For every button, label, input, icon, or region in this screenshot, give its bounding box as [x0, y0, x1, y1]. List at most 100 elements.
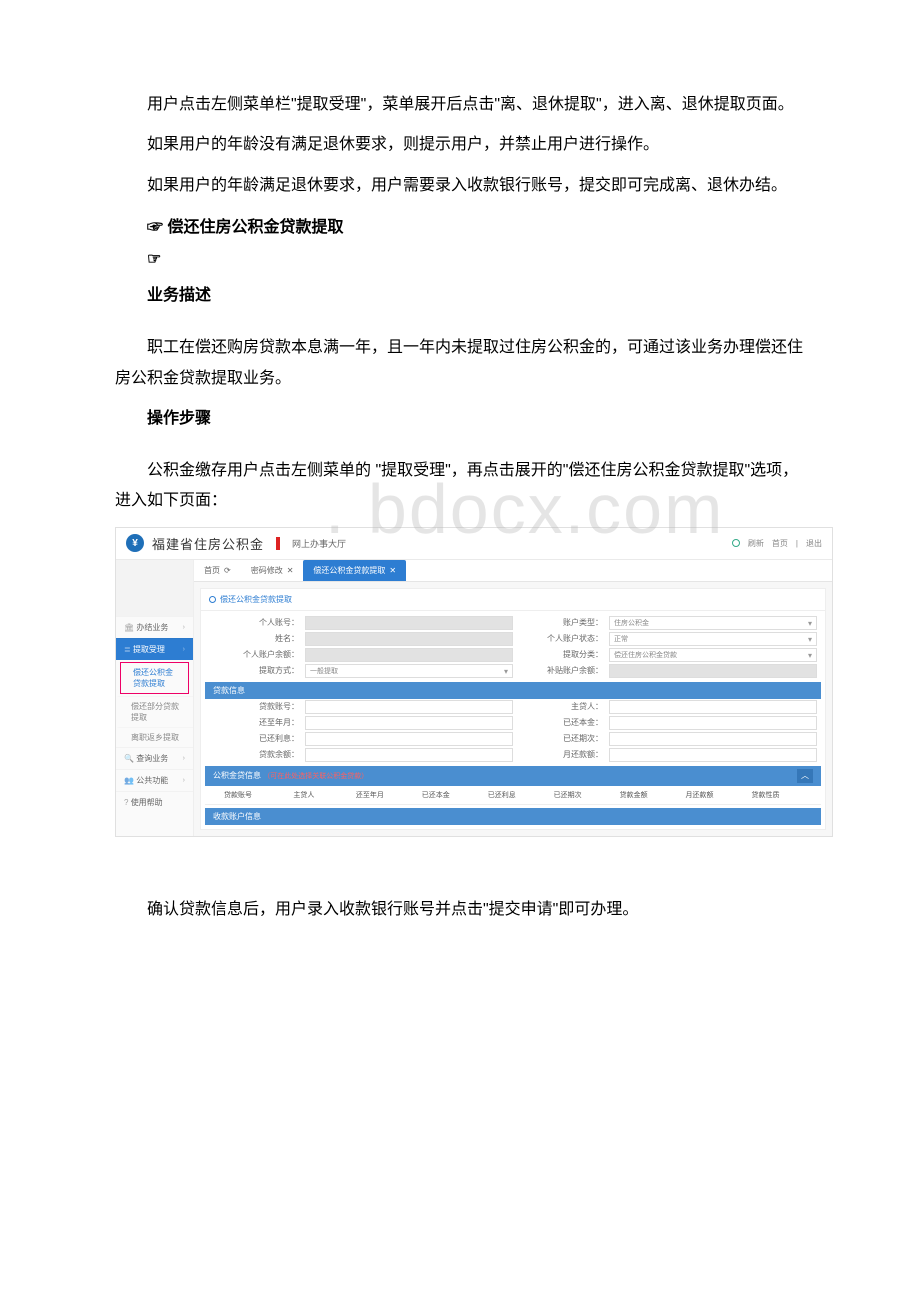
- label: 个人账户余额：: [209, 649, 305, 660]
- sidebar-sub-loan-withdraw[interactable]: 偿还公积金贷款提取: [120, 662, 189, 694]
- principal-paid-input[interactable]: [609, 716, 817, 730]
- label: 贷款余额：: [209, 749, 305, 760]
- app-window: ¥ 福建省住房公积金 网上办事大厅 刷新 首页 | 退出 🏛: [115, 527, 833, 837]
- label: 已还利息：: [209, 733, 305, 744]
- user-icon: [732, 539, 740, 547]
- label: 已还本金：: [513, 717, 609, 728]
- label: 还至年月：: [209, 717, 305, 728]
- embedded-screenshot: . bdocx.com ¥ 福建省住房公积金 网上办事大厅 刷新 首页 | 退出: [115, 527, 805, 837]
- loan-table-head: 贷款账号 主贷人 还至年月 已还本金 已还利息 已还期次 贷款金额 月还款额 贷…: [205, 786, 821, 805]
- label: 姓名：: [209, 633, 305, 644]
- label: 个人账户状态：: [513, 633, 609, 644]
- avatar-slot: [116, 560, 193, 616]
- subsection-heading: 业务描述: [115, 281, 805, 305]
- loan-info-header: 贷款信息: [205, 682, 821, 699]
- label: 账户类型：: [513, 617, 609, 628]
- chevron-right-icon: ›: [183, 777, 185, 784]
- form-card: 偿还公积金贷款提取 个人账号： 账户类型： 住房公积金: [200, 588, 826, 830]
- th: 已还利息: [469, 786, 535, 805]
- label: 主贷人：: [513, 701, 609, 712]
- chevron-right-icon: ›: [183, 755, 185, 762]
- section-bullet: ☞: [115, 249, 805, 269]
- account-number-field: [305, 616, 513, 630]
- borrower-input[interactable]: [609, 700, 817, 714]
- section-heading: ☞ 偿还住房公积金贷款提取: [115, 213, 805, 237]
- tab-home[interactable]: 首页⟳: [194, 560, 241, 581]
- loan-table-header: 公积金贷信息 （可在此处选择关联公积金贷款） ︿: [205, 766, 821, 786]
- chevron-right-icon: ›: [183, 646, 185, 653]
- th: 贷款金额: [601, 786, 667, 805]
- th: 已还期次: [535, 786, 601, 805]
- logout-link[interactable]: 退出: [806, 538, 822, 549]
- sidebar-sub-partial-loan[interactable]: 偿还部分贷款提取: [116, 696, 193, 727]
- search-icon: 🔍: [124, 754, 134, 763]
- periods-paid-input[interactable]: [609, 732, 817, 746]
- logo-icon: ¥: [126, 534, 144, 552]
- close-icon[interactable]: ✕: [389, 566, 396, 575]
- sidebar-item-biz[interactable]: 🏛 办结业务 ›: [116, 616, 193, 638]
- chevron-right-icon: ›: [183, 624, 185, 631]
- label: 月还款额：: [513, 749, 609, 760]
- list-icon: ≣: [124, 645, 131, 654]
- interest-paid-input[interactable]: [305, 732, 513, 746]
- reload-icon[interactable]: ⟳: [224, 566, 231, 575]
- th: 已还本金: [403, 786, 469, 805]
- loan-balance-input[interactable]: [305, 748, 513, 762]
- close-icon[interactable]: ✕: [287, 566, 294, 575]
- refresh-link[interactable]: 刷新: [748, 538, 764, 549]
- bullet-icon: [209, 596, 216, 603]
- users-icon: 👥: [124, 776, 134, 785]
- label: 补贴账户余额：: [513, 665, 609, 676]
- collapse-button[interactable]: ︿: [797, 769, 813, 783]
- th: 贷款账号: [205, 786, 271, 805]
- label: 个人账号：: [209, 617, 305, 628]
- app-subtitle: 网上办事大厅: [292, 537, 346, 550]
- help-icon: ?: [124, 798, 128, 807]
- divider: [276, 537, 280, 550]
- th: 还至年月: [337, 786, 403, 805]
- tab-loan-withdraw[interactable]: 偿还公积金贷款提取✕: [303, 560, 406, 581]
- label: 已还期次：: [513, 733, 609, 744]
- tab-password[interactable]: 密码修改✕: [241, 560, 304, 581]
- home-link[interactable]: 首页: [772, 538, 788, 549]
- label: 提取方式：: [209, 665, 305, 676]
- sidebar-item-public[interactable]: 👥 公共功能 ›: [116, 769, 193, 791]
- card-header: 偿还公积金贷款提取: [201, 589, 825, 611]
- withdraw-category-select[interactable]: 偿还住房公积金贷款: [609, 648, 817, 662]
- monthly-payment-input[interactable]: [609, 748, 817, 762]
- repay-until-input[interactable]: [305, 716, 513, 730]
- th: 主贷人: [271, 786, 337, 805]
- label: 贷款账号：: [209, 701, 305, 712]
- subsidy-balance-field: [609, 664, 817, 678]
- document-page: 用户点击左侧菜单栏"提取受理"，菜单展开后点击"离、退休提取"，进入离、退休提取…: [0, 0, 920, 1025]
- app-header: ¥ 福建省住房公积金 网上办事大厅 刷新 首页 | 退出: [116, 528, 832, 560]
- building-icon: 🏛: [124, 623, 134, 632]
- sidebar-item-withdraw[interactable]: ≣ 提取受理 ›: [116, 638, 193, 660]
- paragraph: 公积金缴存用户点击左侧菜单的 "提取受理"，再点击展开的"偿还住房公积金贷款提取…: [115, 456, 805, 517]
- paragraph: 确认贷款信息后，用户录入收款银行账号并点击"提交申请"即可办理。: [115, 895, 805, 925]
- th: [798, 786, 821, 805]
- paragraph: 如果用户的年龄没有满足退休要求，则提示用户，并禁止用户进行操作。: [115, 130, 805, 160]
- tab-bar: 首页⟳ 密码修改✕ 偿还公积金贷款提取✕: [194, 560, 832, 582]
- warning-text: （可在此处选择关联公积金贷款）: [263, 773, 368, 780]
- paragraph: 如果用户的年龄满足退休要求，用户需要录入收款银行账号，提交即可完成离、退休办结。: [115, 171, 805, 201]
- sidebar-item-help[interactable]: ? 使用帮助: [116, 791, 193, 813]
- loan-account-input[interactable]: [305, 700, 513, 714]
- collect-account-header: 收款账户信息: [205, 808, 821, 825]
- account-type-select[interactable]: 住房公积金: [609, 616, 817, 630]
- sidebar-sub-leave[interactable]: 离职返乡提取: [116, 727, 193, 747]
- label: 提取分类：: [513, 649, 609, 660]
- subsection-heading: 操作步骤: [115, 404, 805, 428]
- divider: |: [796, 539, 798, 548]
- app-title: 福建省住房公积金: [152, 534, 264, 553]
- paragraph: 职工在偿还购房贷款本息满一年，且一年内未提取过住房公积金的，可通过该业务办理偿还…: [115, 333, 805, 394]
- sidebar-item-query[interactable]: 🔍 查询业务 ›: [116, 747, 193, 769]
- th: 贷款性质: [733, 786, 799, 805]
- sidebar: 🏛 办结业务 › ≣ 提取受理 › 偿还公积金贷款提取 偿还部分贷款提取 离职返…: [116, 560, 194, 836]
- main-content: 首页⟳ 密码修改✕ 偿还公积金贷款提取✕ 偿还公积金贷款提取: [194, 560, 832, 836]
- th: 月还款额: [667, 786, 733, 805]
- balance-field: [305, 648, 513, 662]
- paragraph: 用户点击左侧菜单栏"提取受理"，菜单展开后点击"离、退休提取"，进入离、退休提取…: [115, 90, 805, 120]
- withdraw-method-select[interactable]: 一般提取: [305, 664, 513, 678]
- account-status-select[interactable]: 正常: [609, 632, 817, 646]
